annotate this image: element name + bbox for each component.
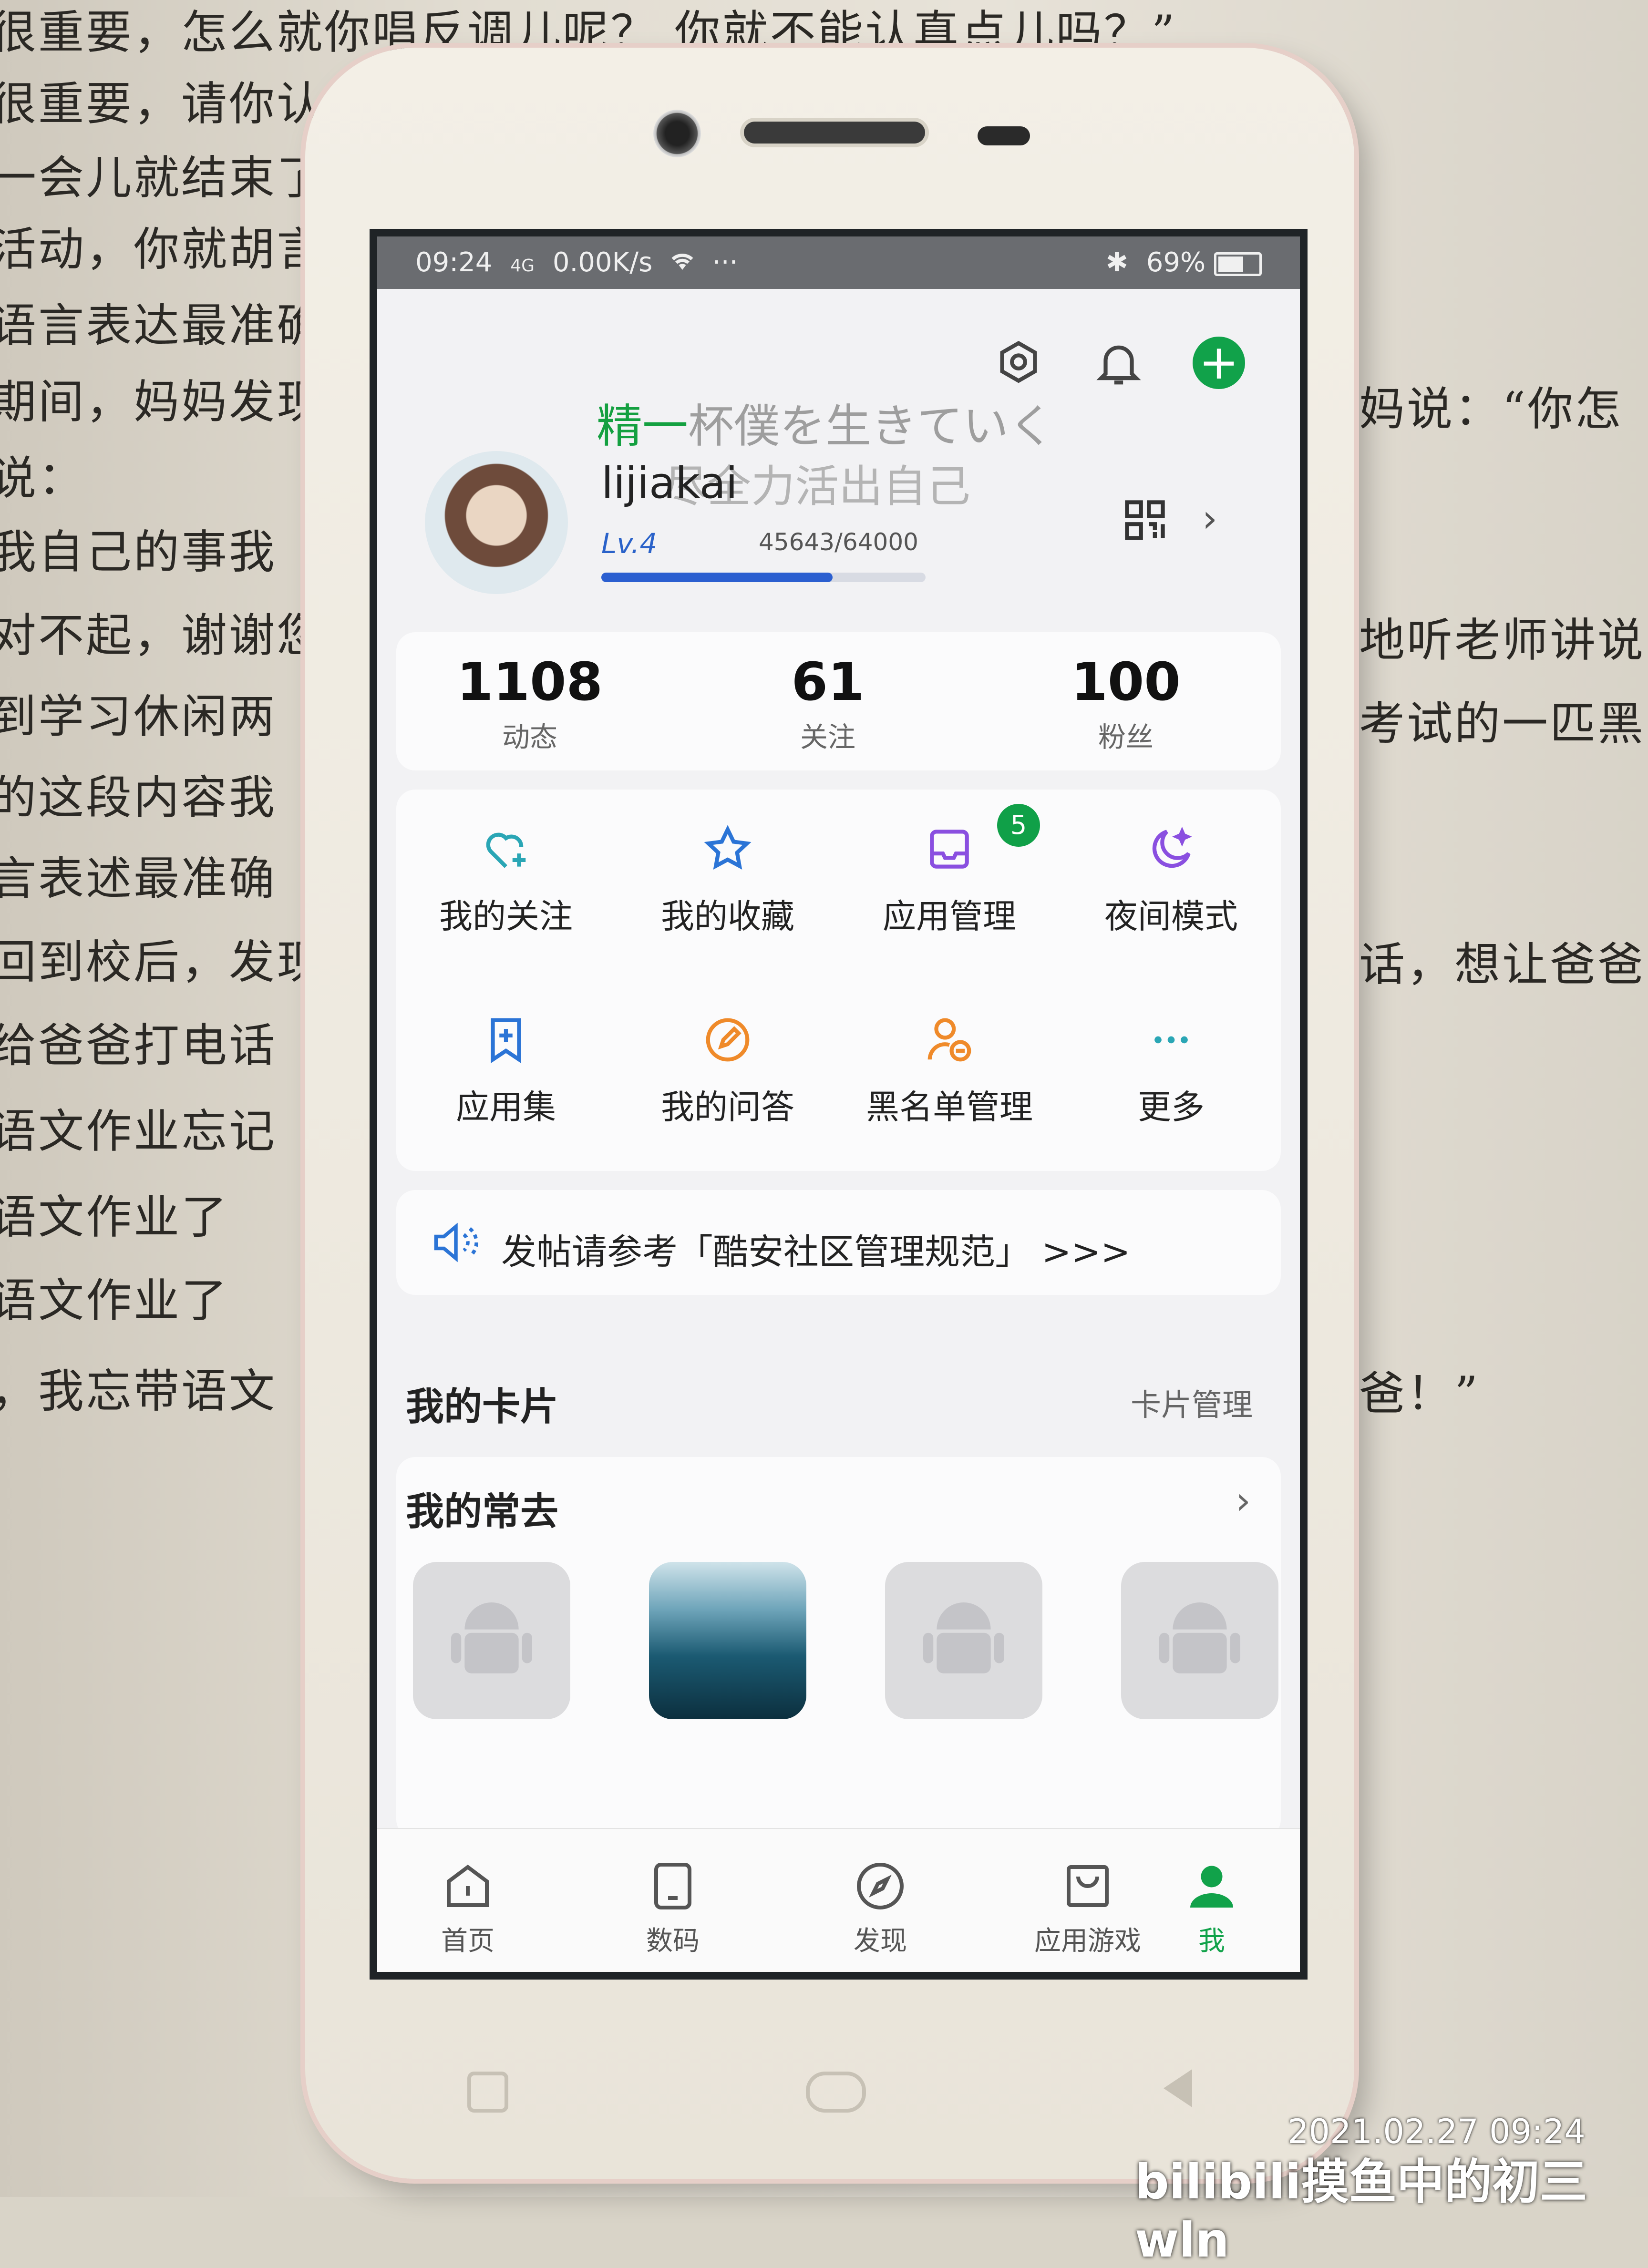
status-bar: 09:24 4G 0.00K/s ··· ✱ 69% <box>377 236 1300 289</box>
book-line: 爸！” <box>1359 1367 1480 1420</box>
book-line: 地听老师讲说 <box>1359 614 1645 667</box>
add-post-button[interactable]: + <box>1193 337 1245 389</box>
battery-percent: 69% <box>1146 247 1206 278</box>
book-line: 说： <box>0 452 86 505</box>
moon-icon <box>1145 823 1197 875</box>
book-line: 很重要，请你认 <box>0 77 324 131</box>
frequent-app-tile-ocean[interactable] <box>649 1562 806 1719</box>
nav-apps-games[interactable]: 应用游戏 <box>1016 1858 1159 1958</box>
recent-apps-key[interactable] <box>467 2072 508 2113</box>
home-icon <box>439 1858 496 1915</box>
book-line: 活动，你就胡言 <box>0 223 324 276</box>
experience-progress-bar <box>601 573 926 582</box>
function-grid: 我的关注 我的收藏 应用管理 5 夜间模式 应用集 我的问答 黑名单管理 更多 <box>396 790 1281 1171</box>
bookmark-plus-icon <box>480 1014 532 1066</box>
menu-my-follows[interactable]: 我的关注 <box>396 823 616 938</box>
settings-icon[interactable] <box>992 337 1045 389</box>
book-line: 对不起，谢谢您 <box>0 609 324 662</box>
nav-digital[interactable]: 数码 <box>601 1858 744 1958</box>
back-key[interactable] <box>1164 2069 1192 2107</box>
menu-my-favorites[interactable]: 我的收藏 <box>618 823 837 938</box>
book-line: 语文作业了 <box>0 1274 229 1327</box>
nav-me[interactable]: 我 <box>1140 1858 1283 1958</box>
menu-blacklist[interactable]: 黑名单管理 <box>840 1014 1059 1129</box>
speaker-icon <box>430 1219 482 1268</box>
book-line: 语言表达最准确 <box>0 299 324 352</box>
book-line: 一会儿就结束了 <box>0 151 324 205</box>
network-speed: 0.00K/s <box>552 247 653 278</box>
menu-app-collections[interactable]: 应用集 <box>396 1014 616 1129</box>
book-line: 我自己的事我 <box>0 525 277 579</box>
pencil-circle-icon <box>701 1014 754 1066</box>
bilibili-watermark: bilibili摸鱼中的初三wln <box>1135 2154 1587 2268</box>
more-dots-icon <box>1145 1014 1197 1066</box>
home-key[interactable] <box>806 2072 866 2113</box>
community-notice[interactable]: 发帖请参考「酷安社区管理规范」 >>> <box>396 1190 1281 1295</box>
floating-lyric-line1: 精一杯僕を生きていく <box>597 400 1054 453</box>
notification-bell-icon[interactable] <box>1092 337 1145 389</box>
experience-progress-fill <box>601 573 833 582</box>
menu-night-mode[interactable]: 夜间模式 <box>1061 823 1281 938</box>
bottom-navigation: 首页 数码 发现 应用游戏 我 <box>377 1828 1300 1972</box>
menu-more[interactable]: 更多 <box>1061 1014 1281 1129</box>
experience-value: 45643/64000 <box>759 528 918 556</box>
book-line: 考试的一匹黑 <box>1359 697 1645 750</box>
star-icon <box>701 823 754 875</box>
front-camera <box>653 110 701 157</box>
user-block-icon <box>923 1014 976 1066</box>
stat-following[interactable]: 61 关注 <box>732 651 923 755</box>
battery-icon <box>1214 252 1262 276</box>
book-line: 语文作业忘记 <box>0 1105 277 1158</box>
book-line: 语文作业了 <box>0 1190 229 1244</box>
status-time: 09:24 <box>415 247 493 278</box>
menu-my-qa[interactable]: 我的问答 <box>618 1014 837 1129</box>
book-line: 的这段内容我 <box>0 771 277 824</box>
book-line: 回到校后，发现 <box>0 935 324 989</box>
username[interactable]: lijiakai <box>601 458 738 508</box>
phone-screen: 09:24 4G 0.00K/s ··· ✱ 69% + 精一杯僕を生きていく … <box>370 229 1308 1980</box>
bluetooth-icon: ✱ <box>1105 247 1128 278</box>
frequent-app-tile[interactable] <box>1121 1562 1278 1719</box>
heart-plus-icon <box>480 823 532 875</box>
shopping-bag-icon <box>1059 1858 1116 1915</box>
compass-icon <box>852 1858 909 1915</box>
person-icon <box>1183 1858 1240 1915</box>
notice-text: 发帖请参考「酷安社区管理规范」 >>> <box>501 1231 1131 1273</box>
book-line: 话，想让爸爸 <box>1359 938 1645 991</box>
book-line: 给爸爸打电话 <box>0 1019 277 1072</box>
frequent-app-tile[interactable] <box>413 1562 570 1719</box>
signal-indicator: 4G <box>510 256 535 276</box>
book-line: 言表述最准确 <box>0 852 277 905</box>
earpiece-speaker <box>744 122 925 144</box>
book-line: 到学习休闲两 <box>0 690 277 743</box>
inbox-icon <box>923 823 976 875</box>
nav-discover[interactable]: 发现 <box>809 1858 952 1958</box>
app-update-badge: 5 <box>997 804 1040 847</box>
stat-followers[interactable]: 100 粉丝 <box>1030 651 1221 755</box>
profile-chevron-icon[interactable]: › <box>1202 496 1217 541</box>
frequent-title: 我的常去 <box>406 1489 558 1534</box>
stat-posts[interactable]: 1108 动态 <box>434 651 625 755</box>
frequent-app-tile[interactable] <box>885 1562 1042 1719</box>
card-management-link[interactable]: 卡片管理 <box>1131 1381 1253 1425</box>
book-line: 期间，妈妈发现 <box>0 375 324 429</box>
stats-card: 1108 动态 61 关注 100 粉丝 <box>396 632 1281 770</box>
wifi-icon <box>668 247 705 278</box>
book-line: ，我忘带语文 <box>0 1365 277 1418</box>
user-avatar[interactable] <box>425 451 568 594</box>
phone-icon <box>644 1858 701 1915</box>
proximity-sensor <box>978 126 1030 145</box>
frequent-chevron-icon[interactable]: › <box>1236 1478 1251 1523</box>
qr-code-icon[interactable] <box>1121 496 1169 544</box>
nav-home[interactable]: 首页 <box>396 1858 539 1958</box>
my-cards-title: 我的卡片 <box>406 1385 558 1429</box>
book-line: 妈说：“你怎 <box>1359 382 1623 436</box>
user-level: Lv.4 <box>601 527 658 560</box>
more-status-icon: ··· <box>712 247 738 278</box>
